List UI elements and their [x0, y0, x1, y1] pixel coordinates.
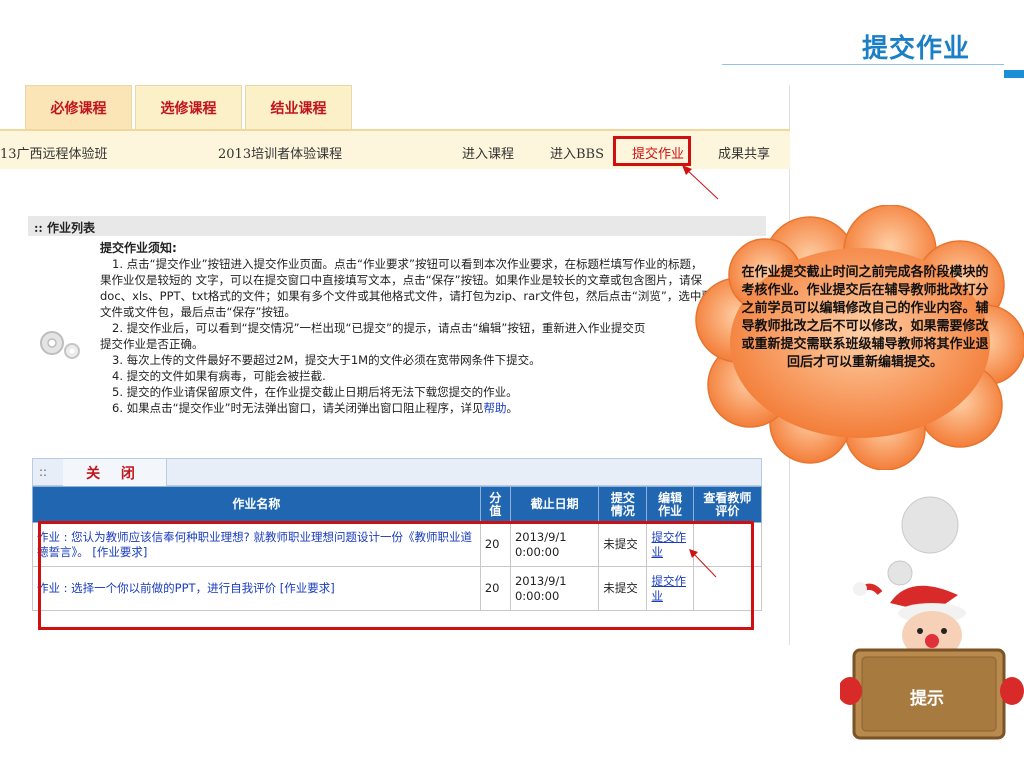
gears-icon	[40, 331, 80, 359]
notice-line: 3. 每次上传的文件最好不要超过2M，提交大于1M的文件必须在宽带网条件下提交。	[112, 353, 541, 367]
col-edit: 编辑作业	[646, 486, 694, 523]
submission-notice: 提交作业须知: 1. 点击“提交作业”按钮进入提交作业页面。点击“作业要求”按钮…	[100, 240, 740, 416]
notice-line: 提交作业是否正确。	[100, 337, 204, 351]
slide-title: 提交作业	[862, 34, 971, 64]
title-accent-bar	[1004, 70, 1024, 78]
enter-course-link[interactable]: 进入课程	[462, 143, 514, 162]
close-bar-dots: ::	[39, 465, 48, 479]
enter-bbs-link[interactable]: 进入BBS	[550, 143, 604, 162]
notice-line: 5. 提交的作业请保留原文件，在作业提交截止日期后将无法下载您提交的作业。	[112, 385, 518, 399]
course-name: 2013培训者体验课程	[218, 147, 343, 162]
pointer-arrow-icon	[682, 165, 719, 200]
share-results-link[interactable]: 成果共享	[718, 143, 770, 162]
notice-line-text: 6. 如果点击“提交作业”时无法弹出窗口，请关闭弹出窗口阻止程序，详见	[112, 401, 484, 415]
notice-line: doc、xls、PPT、txt格式的文件；如果有多个文件或其他格式文件，请打包为…	[100, 289, 713, 303]
pointer-arrow-icon	[689, 549, 717, 578]
hint-label: 提示	[910, 689, 944, 709]
notice-line: 文件或文件包，最后点击“保存”按钮。	[100, 305, 296, 319]
notice-line: 6. 如果点击“提交作业”时无法弹出窗口，请关闭弹出窗口阻止程序，详见帮助。	[100, 400, 740, 416]
homework-list-header: :: 作业列表	[28, 216, 766, 236]
notice-line: 2. 提交作业后，可以看到“提交情况”一栏出现“已提交”的提示，请点击“编辑”按…	[112, 321, 646, 335]
notice-title: 提交作业须知:	[100, 241, 177, 255]
notice-line: 1. 点击“提交作业”按钮进入提交作业页面。点击“作业要求”按钮可以看到本次作业…	[112, 257, 703, 271]
col-deadline: 截止日期	[509, 486, 600, 523]
tab-completed-courses[interactable]: 结业课程	[245, 85, 352, 129]
lms-screenshot: 必修课程 选修课程 结业课程 13广西远程体验班 2013培训者体验课程 进入课…	[0, 85, 790, 645]
help-link[interactable]: 帮助	[484, 401, 507, 415]
class-name: 13广西远程体验班	[0, 147, 108, 162]
close-button[interactable]: 关 闭	[63, 459, 167, 486]
tab-required-courses[interactable]: 必修课程	[25, 85, 132, 129]
notice-line: 果作业仅是较短的 文字，可以在提交窗口中直接填写文本，点击“保存”按钮。如果作业…	[100, 273, 703, 287]
col-homework-name: 作业名称	[32, 486, 481, 523]
course-row: 13广西远程体验班 2013培训者体验课程 进入课程 进入BBS 提交作业 成果…	[0, 131, 790, 169]
callout-text: 在作业提交截止时间之前完成各阶段模块的考核作业。作业提交后在辅导教师批改打分之前…	[741, 265, 989, 370]
title-divider	[722, 64, 1004, 65]
rows-highlight-box	[38, 521, 754, 630]
col-score: 分值	[479, 486, 511, 523]
close-bar: :: 关 闭	[32, 458, 762, 486]
notice-line-end: 。	[506, 401, 519, 415]
tab-elective-courses[interactable]: 选修课程	[135, 85, 242, 129]
submit-highlight-box	[613, 136, 691, 166]
course-tabs: 必修课程 选修课程 结业课程	[25, 85, 355, 129]
notice-line: 4. 提交的文件如果有病毒，可能会被拦截.	[112, 369, 326, 383]
col-teacher-review: 查看教师评价	[692, 486, 763, 523]
table-header-row: 作业名称 分值 截止日期 提交情况 编辑作业 查看教师评价	[32, 486, 763, 523]
col-status: 提交情况	[598, 486, 648, 523]
